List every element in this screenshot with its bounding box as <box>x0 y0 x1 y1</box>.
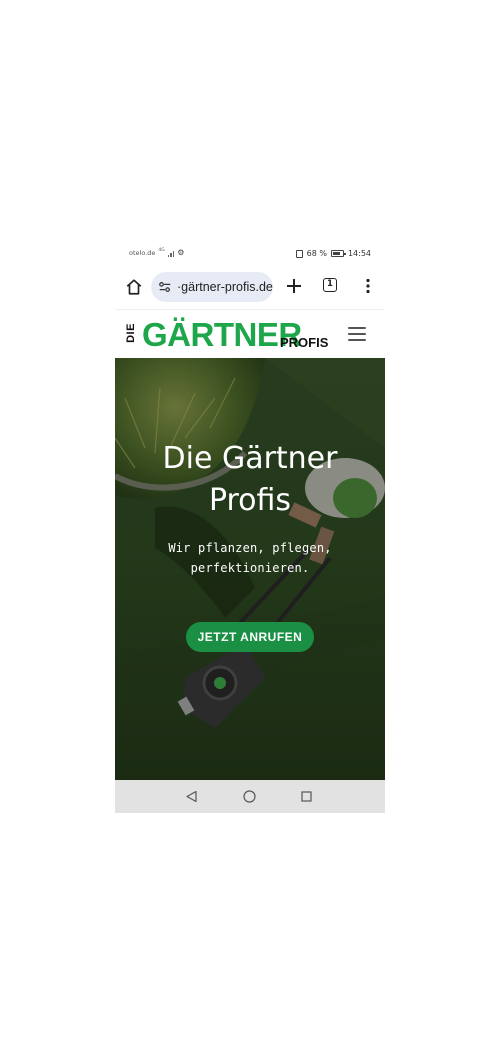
new-tab-icon[interactable] <box>285 277 303 295</box>
clock: 14:54 <box>347 249 371 258</box>
settings-gear-icon: ⚙ <box>177 248 185 257</box>
site-logo[interactable]: DIE GÄRTNER PROFIS <box>125 318 330 352</box>
hero-title-line1: Die Gärtner <box>162 441 338 476</box>
logo-die-text: DIE <box>124 323 137 343</box>
network-label: 4G <box>158 247 165 253</box>
tab-count: 1 <box>327 279 333 289</box>
carrier-label: otelo.de <box>129 249 156 257</box>
status-bar: otelo.de 4G ⚙ 68 % 14:54 <box>115 243 385 265</box>
battery-icon <box>330 250 346 257</box>
system-navigation-bar <box>115 780 385 813</box>
hero-title-line2: Profis <box>208 483 292 518</box>
hamburger-menu-icon[interactable] <box>348 327 366 341</box>
back-triangle-icon[interactable] <box>185 790 198 803</box>
tab-switcher-button[interactable]: 1 <box>323 278 337 292</box>
more-options-icon[interactable] <box>361 278 375 294</box>
address-bar[interactable]: ·gärtner-profis.de <box>151 272 273 302</box>
signal-icon <box>167 250 175 257</box>
call-now-button[interactable]: JETZT ANRUFEN <box>186 622 314 652</box>
battery-percent: 68 % <box>306 249 327 258</box>
recent-apps-square-icon[interactable] <box>301 791 312 802</box>
vibrate-icon <box>295 249 303 258</box>
site-settings-icon[interactable] <box>158 280 172 294</box>
logo-profis-text: PROFIS <box>280 335 329 350</box>
home-icon[interactable] <box>125 278 143 296</box>
url-text[interactable]: ·gärtner-profis.de <box>177 280 273 294</box>
hero-subtitle: Wir pflanzen, pflegen, perfektionieren. <box>155 538 345 578</box>
browser-toolbar: ·gärtner-profis.de 1 <box>115 265 385 309</box>
phone-screen: otelo.de 4G ⚙ 68 % 14:54 ·gärtner-profis… <box>115 243 385 813</box>
logo-gaertner-text: GÄRTNER <box>142 316 302 353</box>
hero-subtitle-line1: Wir pflanzen, pflegen, <box>168 541 332 555</box>
site-header: DIE GÄRTNER PROFIS <box>115 309 385 359</box>
status-left: otelo.de 4G ⚙ <box>129 247 185 258</box>
hero-section: Die Gärtner Profis Wir pflanzen, pflegen… <box>115 358 385 780</box>
hero-subtitle-line2: perfektionieren. <box>190 561 310 575</box>
status-right: 68 % 14:54 <box>295 249 371 258</box>
hero-title: Die Gärtner Profis <box>115 438 385 522</box>
home-circle-icon[interactable] <box>243 790 256 803</box>
